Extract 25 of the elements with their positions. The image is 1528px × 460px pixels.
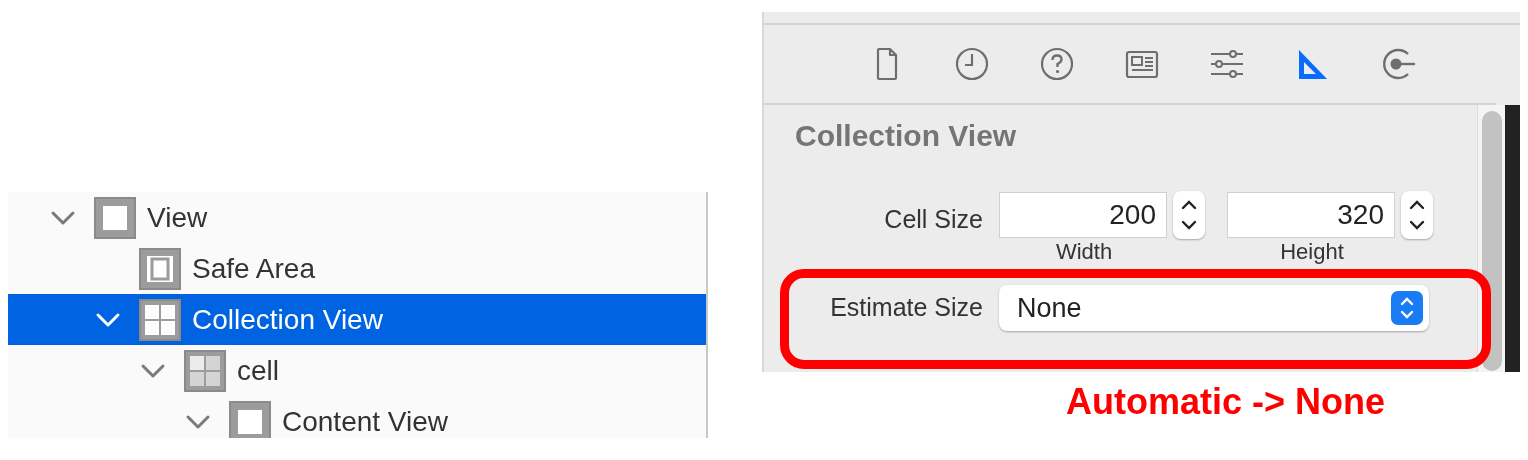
stepper[interactable] bbox=[1401, 191, 1433, 239]
outline-item-label[interactable]: cell bbox=[237, 349, 279, 392]
outline-item-label[interactable]: Content View bbox=[282, 400, 449, 438]
selected-row-highlight[interactable]: Collection View bbox=[8, 294, 706, 345]
field-label: Cell Size bbox=[883, 204, 984, 235]
section-title: Collection View bbox=[795, 121, 1018, 151]
annotation-text: Automatic -> None bbox=[1066, 384, 1386, 420]
number-field[interactable]: 200 bbox=[999, 192, 1167, 238]
help-icon[interactable] bbox=[1039, 46, 1075, 82]
field-label: Estimate Size bbox=[829, 292, 984, 324]
outline-item-label[interactable]: Safe Area bbox=[192, 247, 315, 290]
popup-arrows-icon bbox=[1391, 291, 1423, 325]
popup-button[interactable]: None bbox=[999, 285, 1429, 331]
field-caption: Width bbox=[1055, 241, 1113, 263]
outline-item-label[interactable]: Collection View bbox=[192, 298, 383, 341]
grid-icon bbox=[183, 348, 227, 393]
safe-area-icon bbox=[138, 246, 182, 291]
scrollbar[interactable] bbox=[1477, 105, 1505, 372]
clock-icon[interactable] bbox=[954, 46, 990, 82]
view-icon bbox=[93, 195, 137, 240]
field-caption: Height bbox=[1280, 241, 1344, 263]
stepper[interactable] bbox=[1173, 191, 1205, 239]
number-field[interactable]: 320 bbox=[1227, 192, 1395, 238]
outline-item-label[interactable]: View bbox=[147, 196, 208, 239]
grid-icon bbox=[138, 297, 182, 342]
